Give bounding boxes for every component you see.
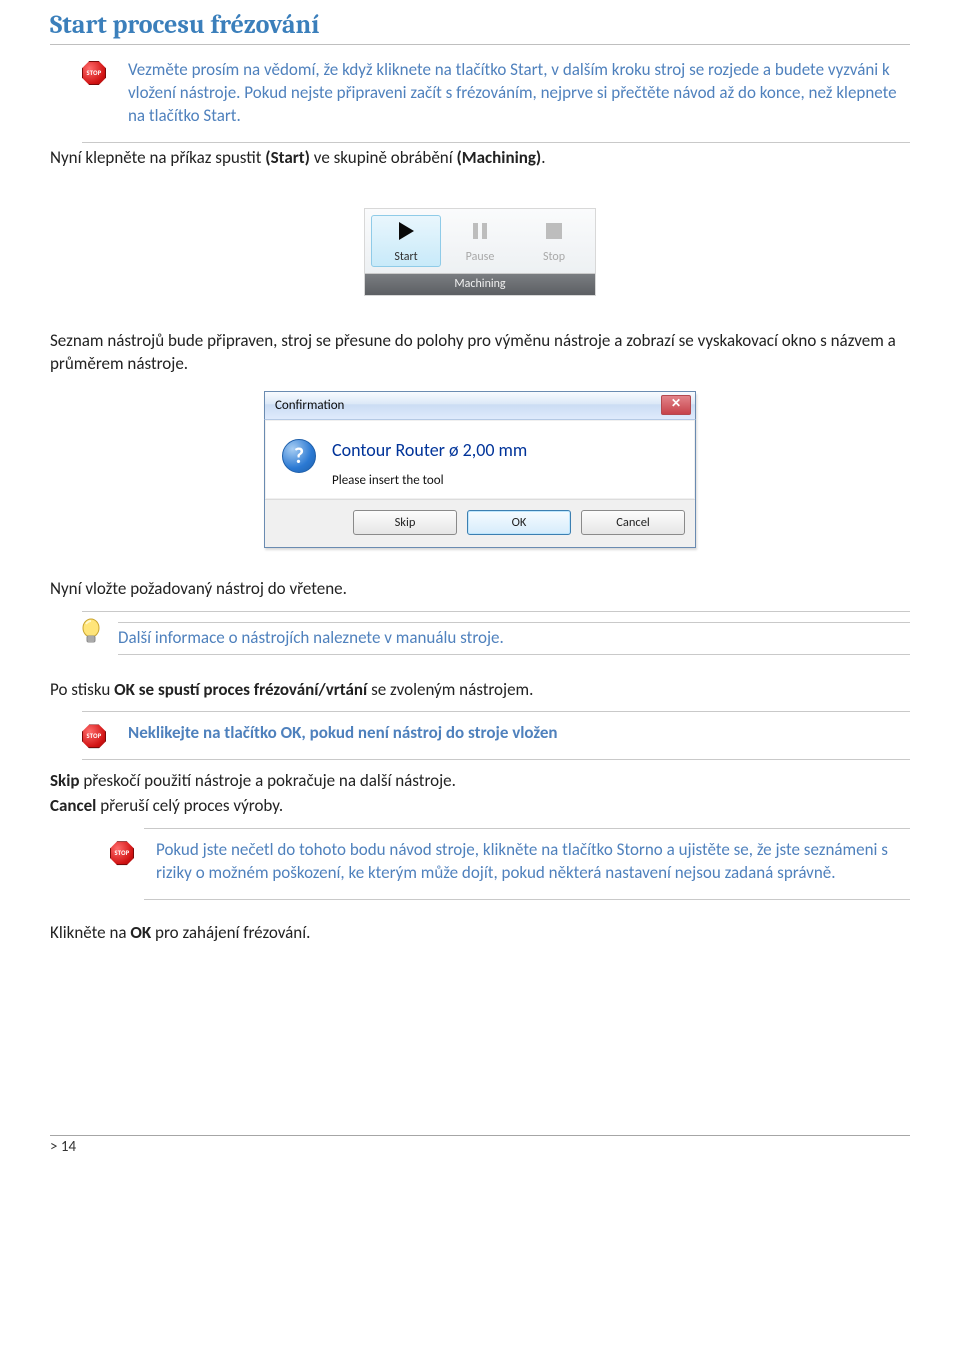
paragraph-3: Nyní vložte požadovaný nástroj do vřeten… [50,578,910,601]
cancel-button[interactable]: Cancel [581,510,685,535]
page-number: > 14 [50,1138,76,1156]
text-bold: (Start) [265,147,310,168]
tip-text: Další informace o nástrojích naleznete v… [118,627,910,650]
text-bold: Skip [50,770,80,791]
title-underline [50,44,910,45]
divider [118,622,910,623]
text-fragment: Po stisku [50,679,114,700]
stop-icon [110,841,134,865]
stop-button[interactable]: Stop [519,215,589,267]
play-icon [374,220,438,246]
tip-block: Další informace o nástrojích naleznete v… [80,618,910,659]
paragraph-4: Po stisku OK se spustí proces frézování/… [50,679,910,702]
start-label: Start [394,250,417,264]
warning-block-3: Pokud jste nečetl do tohoto bodu návod s… [110,839,910,895]
toolbar-group-label: Machining [365,273,595,295]
text-fragment: přeskočí použití nástroje a pokračuje na… [80,770,456,791]
dialog-titlebar: Confirmation ✕ [264,391,696,420]
divider [82,711,910,712]
question-icon: ? [282,439,318,488]
text-fragment: se zvoleným nástrojem. [367,679,533,700]
stop-icon [82,61,106,85]
text-fragment: Klikněte na [50,922,130,943]
warning-block-2: Neklikejte na tlačítko OK, pokud není ná… [82,722,910,755]
warning-block-1: Vezměte prosím na vědomí, že když klikne… [82,59,910,138]
dialog-main-message: Contour Router ø 2,00 mm [332,439,527,461]
dialog-title-text: Confirmation [275,398,344,413]
text-bold: OK se spustí proces frézování/vrtání [114,679,367,700]
stop-icon [82,724,106,748]
lightbulb-icon [80,618,102,648]
machining-toolbar: Start Pause Stop Machining [364,208,596,296]
pause-button[interactable]: Pause [445,215,515,267]
instruction-1: Nyní klepněte na příkaz spustit (Start) … [50,147,910,170]
confirmation-dialog: Confirmation ✕ ? Contour Router ø 2,00 m… [264,392,696,548]
text-bold: Cancel [50,795,96,816]
divider [82,759,910,760]
text-fragment: přeruší celý proces výroby. [96,795,283,816]
ok-button[interactable]: OK [467,510,571,535]
stop-label: Stop [543,250,565,264]
start-button[interactable]: Start [371,215,441,267]
paragraph-2: Seznam nástrojů bude připraven, stroj se… [50,330,910,376]
warning-text-1: Vezměte prosím na vědomí, že když klikne… [128,59,910,128]
text-fragment: ve skupině obrábění [310,147,457,168]
divider [118,654,910,655]
paragraph-5: Skip přeskočí použití nástroje a pokraču… [50,770,910,793]
paragraph-7: Klikněte na OK pro zahájení frézování. [50,922,910,945]
close-icon[interactable]: ✕ [661,395,691,415]
paragraph-6: Cancel přeruší celý proces výroby. [50,795,910,818]
divider [82,611,910,612]
dialog-sub-message: Please insert the tool [332,473,527,488]
pause-icon [448,220,512,246]
divider [144,899,910,900]
divider [82,142,910,143]
skip-button[interactable]: Skip [353,510,457,535]
warning-text-2: Neklikejte na tlačítko OK, pokud není ná… [128,722,558,745]
text-fragment: Nyní klepněte na příkaz spustit [50,147,265,168]
stop-square-icon [522,220,586,246]
text-bold: (Machining) [456,147,541,168]
page-title: Start procesu frézování [50,10,910,40]
text-fragment: pro zahájení frézování. [151,922,310,943]
pause-label: Pause [466,250,495,264]
divider [144,828,910,829]
page-footer: > 14 [50,1135,910,1156]
warning-text-3: Pokud jste nečetl do tohoto bodu návod s… [156,839,910,885]
text-fragment: . [541,147,545,168]
text-bold: OK [130,922,151,943]
